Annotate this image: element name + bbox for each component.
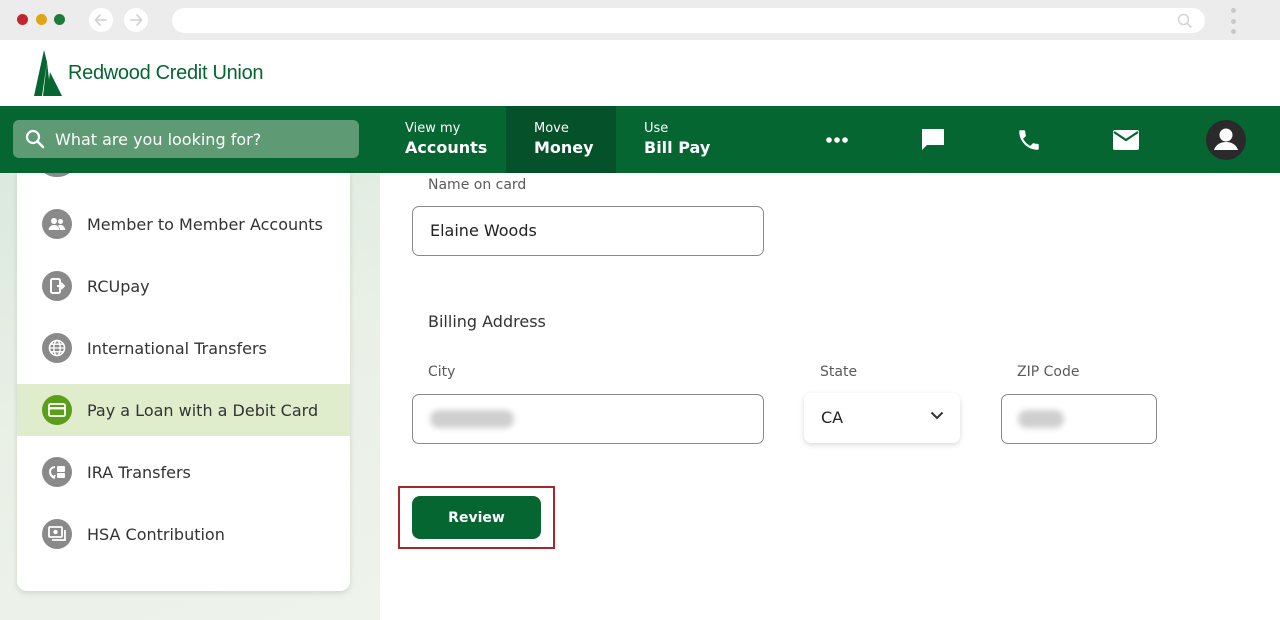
mail-icon xyxy=(1113,129,1139,150)
zip-code-label: ZIP Code xyxy=(1017,364,1080,380)
nav-move-money[interactable]: Move Money xyxy=(506,106,616,173)
city-input[interactable] xyxy=(412,394,764,444)
mail-button[interactable] xyxy=(1103,106,1149,173)
nav-label-big: Accounts xyxy=(405,138,488,157)
sidebar-item-label: Member to Member Accounts xyxy=(87,214,323,234)
profile-icon xyxy=(1206,119,1246,160)
window-minimize-dot[interactable] xyxy=(36,14,47,25)
sidebar-item-pay-loan-debit[interactable]: Pay a Loan with a Debit Card xyxy=(17,384,350,436)
state-select[interactable]: CA xyxy=(804,393,960,443)
redwood-logo-icon[interactable] xyxy=(34,50,64,96)
billing-address-heading: Billing Address xyxy=(428,312,546,331)
review-button[interactable]: Review xyxy=(412,496,541,539)
arrow-left-icon xyxy=(94,14,107,26)
logo-text[interactable]: Redwood Credit Union xyxy=(68,62,264,85)
hsa-icon xyxy=(42,519,72,549)
site-search-input[interactable] xyxy=(55,129,345,149)
search-icon xyxy=(1177,13,1193,29)
site-search[interactable] xyxy=(13,120,359,158)
nav-label-small: Move xyxy=(534,121,569,136)
nav-bill-pay[interactable]: Use Bill Pay xyxy=(616,106,736,173)
arrow-right-icon xyxy=(130,14,143,26)
members-icon xyxy=(42,209,72,239)
chat-button[interactable] xyxy=(910,106,956,173)
ira-icon xyxy=(42,457,72,487)
name-on-card-input[interactable]: Elaine Woods xyxy=(412,206,764,256)
window-maximize-dot[interactable] xyxy=(54,14,65,25)
browser-menu-icon[interactable] xyxy=(1229,8,1237,34)
sidebar-item-label: Pay a Loan with a Debit Card xyxy=(87,400,319,420)
logo-header: Redwood Credit Union xyxy=(0,40,1280,106)
partial-icon xyxy=(42,173,72,177)
state-label: State xyxy=(820,364,858,380)
name-on-card-label: Name on card xyxy=(428,177,527,193)
nav-view-accounts[interactable]: View my Accounts xyxy=(377,106,506,173)
browser-chrome xyxy=(0,0,1280,40)
phone-icon xyxy=(1019,129,1039,150)
city-label: City xyxy=(428,364,456,380)
globe-icon xyxy=(42,333,72,363)
blurred-city-value xyxy=(430,410,514,428)
sidebar-item-label: IRA Transfers xyxy=(87,462,191,482)
sidebar-item-label: HSA Contribution xyxy=(87,524,225,544)
sidebar-item-rcupay[interactable]: RCUpay xyxy=(17,260,350,312)
sidebar-item-hsa[interactable]: HSA Contribution xyxy=(17,508,350,560)
sidebar-item-ira[interactable]: IRA Transfers xyxy=(17,446,350,498)
search-icon xyxy=(25,129,45,149)
sidebar-item-member-to-member[interactable]: Member to Member Accounts xyxy=(17,198,350,250)
sidebar-item-label: International Transfers xyxy=(87,338,267,358)
more-button[interactable] xyxy=(816,106,858,173)
state-value: CA xyxy=(821,408,844,427)
card-icon xyxy=(42,395,72,425)
chat-icon xyxy=(922,128,944,150)
browser-back-button[interactable] xyxy=(89,8,113,32)
move-money-sidebar: Member to Member Accounts RCUpay Interna… xyxy=(17,173,350,591)
main-navigation: View my Accounts Move Money Use Bill Pay xyxy=(0,106,1280,173)
blurred-zip-value xyxy=(1018,410,1064,428)
address-bar[interactable] xyxy=(172,8,1205,33)
chevron-down-icon xyxy=(930,411,944,420)
zip-code-input[interactable] xyxy=(1001,394,1157,444)
name-on-card-value: Elaine Woods xyxy=(430,221,537,240)
browser-forward-button[interactable] xyxy=(124,8,148,32)
sidebar-item-international[interactable]: International Transfers xyxy=(17,322,350,374)
sidebar-item-label: RCUpay xyxy=(87,276,150,296)
nav-label-big: Money xyxy=(534,138,594,157)
more-icon xyxy=(826,136,848,143)
nav-label-big: Bill Pay xyxy=(644,138,711,157)
nav-label-small: View my xyxy=(405,121,461,136)
profile-button[interactable] xyxy=(1205,106,1247,173)
phone-button[interactable] xyxy=(1006,106,1052,173)
nav-label-small: Use xyxy=(644,121,669,136)
window-close-dot[interactable] xyxy=(17,14,28,25)
rcupay-icon xyxy=(42,271,72,301)
